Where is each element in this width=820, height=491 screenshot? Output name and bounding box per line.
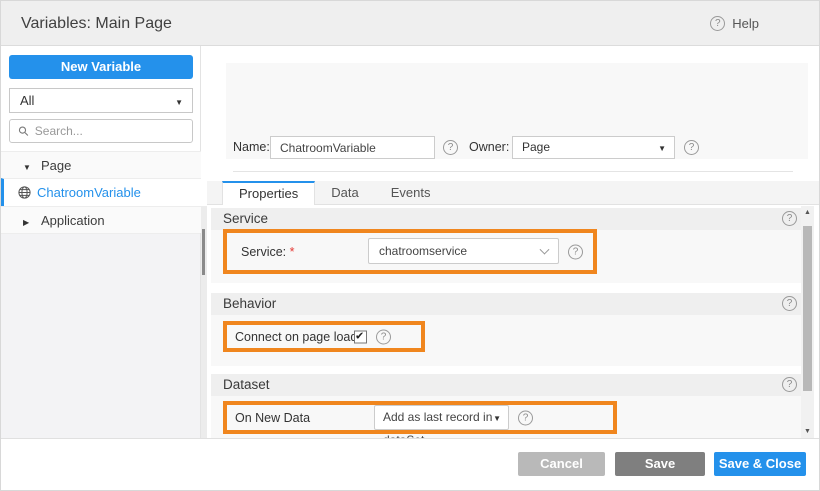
behavior-help-icon[interactable]: ?: [376, 329, 391, 344]
behavior-section-header: Behavior ?: [211, 293, 801, 315]
sidebar-scrollbar[interactable]: [201, 206, 207, 438]
search-box[interactable]: [9, 119, 193, 143]
tree-node-label: Application: [41, 207, 105, 234]
search-input[interactable]: [35, 124, 184, 138]
name-input[interactable]: [270, 136, 435, 159]
variables-sidebar: New Variable All Page: [1, 46, 201, 438]
required-marker: *: [290, 245, 295, 259]
variable-tree: Page ChatroomVariable Application: [1, 151, 201, 233]
service-section-header: Service ?: [211, 208, 801, 230]
globe-icon: [18, 186, 31, 199]
cancel-button[interactable]: Cancel: [518, 452, 605, 476]
help-circle-icon: ?: [710, 16, 725, 31]
connect-on-page-load-label: Connect on page load: [235, 325, 357, 348]
tab-properties[interactable]: Properties: [222, 181, 315, 205]
tab-data[interactable]: Data: [315, 181, 374, 205]
connect-on-page-load-checkbox[interactable]: [354, 330, 367, 343]
highlight-box-service: Service: * chatroomservice ?: [223, 229, 597, 274]
section-help-icon[interactable]: ?: [782, 377, 797, 392]
highlight-box-behavior: Connect on page load ?: [223, 321, 425, 352]
tab-events[interactable]: Events: [375, 181, 447, 205]
chevron-down-icon: [175, 89, 183, 114]
section-help-icon[interactable]: ?: [782, 211, 797, 226]
owner-label: Owner: *: [469, 136, 518, 159]
detail-tabs: Properties Data Events: [207, 181, 820, 205]
owner-help-icon[interactable]: ?: [684, 140, 699, 155]
service-select[interactable]: chatroomservice: [368, 238, 559, 264]
tree-node-label: ChatroomVariable: [37, 179, 141, 207]
properties-scrollbar[interactable]: ▲ ▼: [801, 206, 814, 438]
service-value: chatroomservice: [379, 244, 467, 258]
tree-node-label: Page: [41, 152, 71, 179]
filter-value: All: [20, 93, 34, 108]
service-field-label: Service: *: [241, 233, 295, 270]
tree-node-application[interactable]: Application: [1, 206, 201, 233]
save-and-close-button[interactable]: Save & Close: [714, 452, 806, 476]
search-icon: [18, 125, 29, 137]
scroll-down-arrow-icon[interactable]: ▼: [801, 425, 814, 438]
caret-down-icon: [493, 406, 501, 430]
chevron-down-icon: [540, 245, 550, 255]
tree-node-page[interactable]: Page: [1, 151, 201, 178]
name-help-icon[interactable]: ?: [443, 140, 458, 155]
dataset-help-icon[interactable]: ?: [518, 410, 533, 425]
help-label: Help: [732, 16, 759, 31]
variable-filter-select[interactable]: All: [9, 88, 193, 113]
divider: [233, 171, 793, 172]
dialog-footer: Cancel Save Save & Close: [1, 438, 820, 491]
owner-select[interactable]: Page: [512, 136, 675, 159]
tree-node-chatroomvariable[interactable]: ChatroomVariable: [1, 178, 201, 206]
expand-collapse-icon[interactable]: [23, 207, 29, 236]
sidebar-empty-area: [1, 233, 200, 438]
new-variable-button[interactable]: New Variable: [9, 55, 193, 79]
on-new-data-select[interactable]: Add as last record in dataSet: [374, 405, 509, 430]
help-link[interactable]: ? Help: [710, 1, 759, 46]
chevron-down-icon: [658, 137, 666, 159]
section-title: Behavior: [223, 293, 276, 315]
scroll-up-arrow-icon[interactable]: ▲: [801, 206, 814, 219]
variable-summary-card: Name: * ? Owner: * Page ? Variable Type:…: [226, 63, 808, 159]
section-title: Service: [223, 208, 268, 230]
on-new-data-label: On New Data: [235, 405, 310, 430]
owner-value: Page: [522, 140, 550, 154]
expand-collapse-icon[interactable]: [23, 152, 31, 181]
dataset-section-header: Dataset ?: [211, 374, 801, 396]
scrollbar-thumb[interactable]: [202, 229, 205, 275]
section-title: Dataset: [223, 374, 270, 396]
scrollbar-thumb[interactable]: [803, 226, 812, 391]
service-help-icon[interactable]: ?: [568, 244, 583, 259]
save-button[interactable]: Save: [615, 452, 705, 476]
page-title: Variables: Main Page: [21, 1, 172, 46]
highlight-box-dataset: On New Data Add as last record in dataSe…: [223, 401, 617, 434]
section-help-icon[interactable]: ?: [782, 296, 797, 311]
dialog-header: Variables: Main Page ? Help: [1, 1, 820, 46]
variables-dialog: Variables: Main Page ? Help New Variable…: [0, 0, 820, 491]
